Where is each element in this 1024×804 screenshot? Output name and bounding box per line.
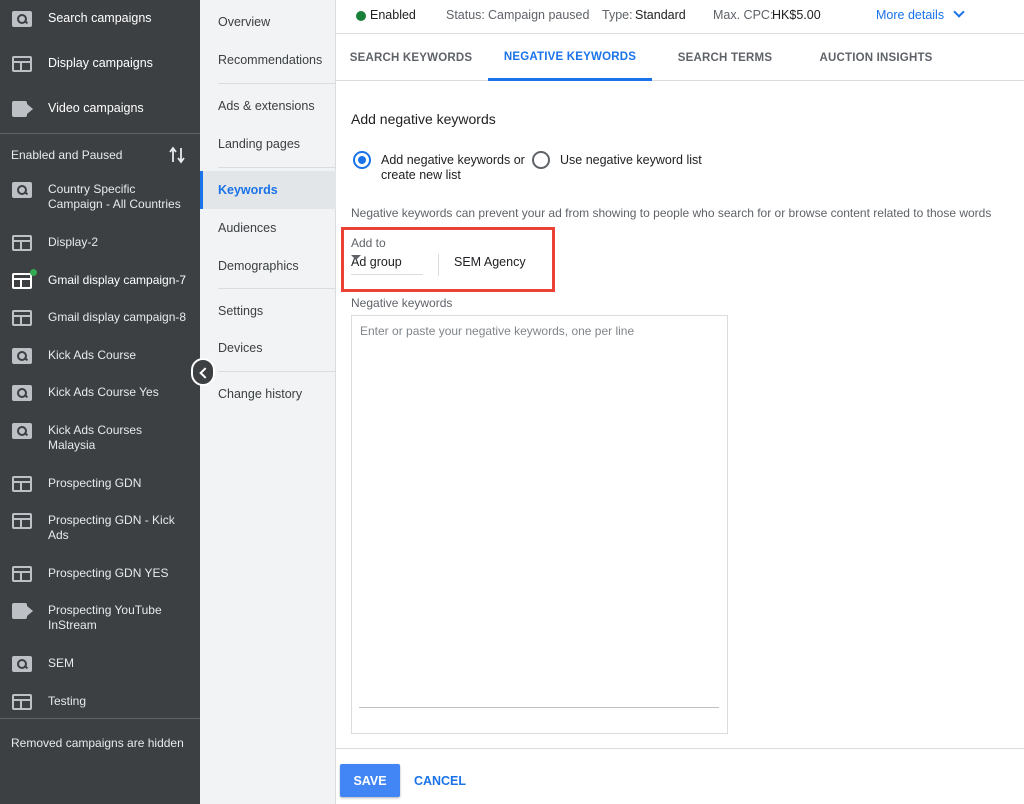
radio-add-negative-keywords-label[interactable]: Add negative keywords or create new list bbox=[381, 153, 529, 183]
nav-divider bbox=[218, 83, 336, 84]
negative-keywords-label: Negative keywords bbox=[351, 296, 453, 310]
radio-use-negative-keyword-list[interactable] bbox=[532, 151, 550, 169]
page-nav: Overview Recommendations Ads & extension… bbox=[200, 0, 336, 804]
nav-divider bbox=[218, 167, 336, 168]
display-campaign-icon bbox=[12, 513, 32, 529]
nav-item-demographics[interactable]: Demographics bbox=[200, 247, 336, 285]
campaign-item-label: Kick Ads Course bbox=[48, 348, 137, 362]
nav-item-keywords[interactable]: Keywords bbox=[200, 171, 336, 209]
radio-add-negative-keywords[interactable] bbox=[353, 151, 371, 169]
search-campaign-icon bbox=[12, 348, 32, 364]
dropdown-caret-icon bbox=[351, 255, 361, 260]
display-campaign-icon bbox=[12, 235, 32, 251]
chevron-left-icon[interactable] bbox=[191, 358, 215, 386]
campaign-item-label: Country Specific Campaign - All Countrie… bbox=[48, 182, 181, 211]
campaign-item-label: SEM bbox=[48, 656, 75, 670]
nav-item-ads-extensions[interactable]: Ads & extensions bbox=[200, 87, 336, 125]
display-campaign-icon bbox=[12, 694, 32, 710]
radio-use-negative-keyword-list-label[interactable]: Use negative keyword list bbox=[560, 153, 702, 168]
nav-item-settings[interactable]: Settings bbox=[200, 292, 336, 330]
removed-campaigns-note: Removed campaigns are hidden bbox=[11, 736, 184, 750]
textarea-underline bbox=[359, 707, 719, 708]
nav-item-overview[interactable]: Overview bbox=[200, 3, 336, 41]
ad-group-name: SEM Agency bbox=[454, 255, 526, 269]
enabled-status-dot bbox=[30, 269, 37, 276]
type-value: Standard bbox=[635, 8, 686, 22]
campaign-item-label: Prospecting GDN - Kick Ads bbox=[48, 513, 175, 542]
search-campaign-icon bbox=[12, 656, 32, 672]
sidebar-item-label: Video campaigns bbox=[48, 101, 144, 115]
campaign-status-bar: Enabled Status: Campaign paused Type: St… bbox=[336, 0, 1024, 34]
max-cpc-label: Max. CPC: bbox=[713, 8, 774, 22]
negative-keywords-textarea[interactable] bbox=[351, 315, 728, 734]
main-content: Enabled Status: Campaign paused Type: St… bbox=[336, 0, 1024, 804]
video-campaign-icon bbox=[12, 101, 27, 117]
tab-search-terms[interactable]: SEARCH TERMS bbox=[672, 35, 778, 81]
campaign-item-label: Prospecting GDN bbox=[48, 476, 142, 490]
search-campaign-icon bbox=[12, 423, 32, 439]
nav-item-landing-pages[interactable]: Landing pages bbox=[200, 125, 336, 163]
nav-divider bbox=[218, 288, 336, 289]
sidebar-divider bbox=[0, 718, 200, 719]
tab-search-keywords[interactable]: SEARCH KEYWORDS bbox=[346, 35, 476, 81]
sidebar-divider bbox=[0, 133, 200, 134]
display-campaign-icon bbox=[12, 476, 32, 492]
display-campaign-icon bbox=[12, 56, 32, 72]
campaign-item-label: Display-2 bbox=[48, 235, 99, 249]
tab-negative-keywords[interactable]: NEGATIVE KEYWORDS bbox=[488, 35, 652, 81]
add-to-level-dropdown[interactable]: Ad group bbox=[351, 253, 423, 275]
campaign-item-label: Kick Ads Course Yes bbox=[48, 385, 159, 399]
tab-auction-insights[interactable]: AUCTION INSIGHTS bbox=[816, 35, 936, 81]
nav-item-devices[interactable]: Devices bbox=[200, 329, 336, 367]
nav-item-change-history[interactable]: Change history bbox=[200, 375, 336, 413]
campaign-sidebar: Search campaigns Display campaigns Video… bbox=[0, 0, 200, 804]
status-enabled-text: Enabled bbox=[370, 8, 416, 22]
display-campaign-icon bbox=[12, 310, 32, 326]
status-label: Status: bbox=[446, 8, 485, 22]
save-button[interactable]: SAVE bbox=[340, 764, 400, 797]
status-value: Campaign paused bbox=[488, 8, 590, 22]
campaign-item-label: Prospecting YouTube InStream bbox=[48, 603, 162, 632]
form-footer: SAVE CANCEL bbox=[336, 748, 1024, 804]
nav-item-audiences[interactable]: Audiences bbox=[200, 209, 336, 247]
nav-divider bbox=[218, 371, 336, 372]
sidebar-item-label: Display campaigns bbox=[48, 56, 153, 70]
status-enabled-dot bbox=[356, 11, 366, 21]
negative-keywords-helper-text: Negative keywords can prevent your ad fr… bbox=[351, 206, 992, 220]
video-campaign-icon bbox=[12, 603, 27, 619]
search-campaign-icon bbox=[12, 11, 32, 27]
max-cpc-value: HK$5.00 bbox=[772, 8, 821, 22]
campaign-item-label: Testing bbox=[48, 694, 87, 708]
chevron-down-icon[interactable] bbox=[953, 6, 965, 18]
campaign-item-label: Gmail display campaign-8 bbox=[48, 310, 187, 324]
sort-arrows-icon[interactable] bbox=[169, 146, 185, 164]
add-to-label: Add to bbox=[351, 236, 386, 250]
campaign-item-label: Kick Ads Courses Malaysia bbox=[48, 423, 143, 452]
display-campaign-icon bbox=[12, 566, 32, 582]
search-campaign-icon bbox=[12, 182, 32, 198]
search-campaign-icon bbox=[12, 385, 32, 401]
nav-item-recommendations[interactable]: Recommendations bbox=[200, 41, 336, 79]
type-label: Type: bbox=[602, 8, 633, 22]
keyword-tabs: SEARCH KEYWORDS NEGATIVE KEYWORDS SEARCH… bbox=[336, 35, 1024, 81]
display-campaign-icon bbox=[12, 273, 32, 289]
more-details-link[interactable]: More details bbox=[876, 8, 944, 22]
form-title: Add negative keywords bbox=[351, 111, 496, 127]
sidebar-item-label: Search campaigns bbox=[48, 11, 152, 25]
campaign-item-label: Prospecting GDN YES bbox=[48, 566, 169, 580]
cancel-button[interactable]: CANCEL bbox=[408, 764, 472, 797]
field-separator bbox=[438, 254, 439, 276]
campaign-item-label: Gmail display campaign-7 bbox=[48, 273, 187, 287]
campaign-filter-label[interactable]: Enabled and Paused bbox=[11, 148, 122, 162]
